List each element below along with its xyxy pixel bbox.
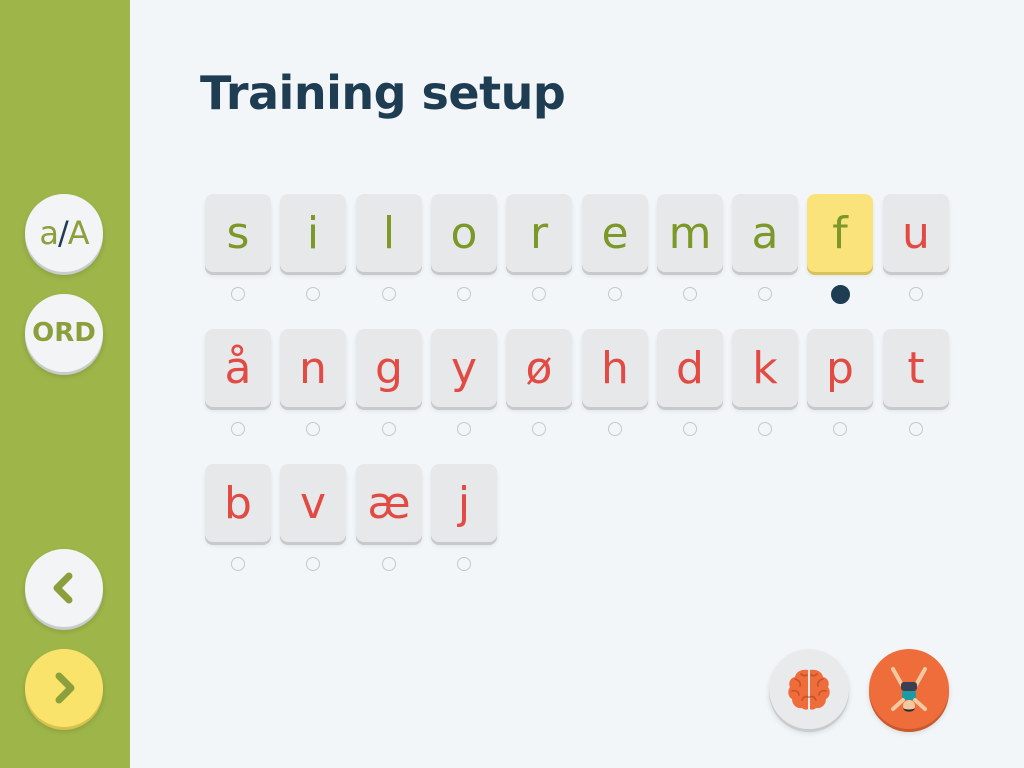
- exercise-button[interactable]: [869, 649, 949, 729]
- progress-marker-filled[interactable]: [830, 284, 850, 304]
- letter-tile[interactable]: a: [732, 194, 798, 272]
- chevron-left-icon: [53, 572, 73, 604]
- progress-marker[interactable]: [758, 287, 772, 301]
- letter-tile[interactable]: p: [807, 329, 873, 407]
- progress-marker[interactable]: [833, 422, 847, 436]
- letter-tile[interactable]: ø: [506, 329, 572, 407]
- progress-marker[interactable]: [909, 287, 923, 301]
- letter-tile[interactable]: r: [506, 194, 572, 272]
- case-toggle-button[interactable]: a/A: [25, 194, 103, 272]
- progress-marker[interactable]: [457, 557, 471, 571]
- progress-marker[interactable]: [382, 287, 396, 301]
- next-button[interactable]: [25, 649, 103, 727]
- letter-tile[interactable]: b: [205, 464, 271, 542]
- progress-marker[interactable]: [683, 422, 697, 436]
- progress-marker[interactable]: [608, 422, 622, 436]
- progress-marker[interactable]: [532, 287, 546, 301]
- letter-tile[interactable]: l: [356, 194, 422, 272]
- back-button[interactable]: [25, 549, 103, 627]
- letter-tile[interactable]: o: [431, 194, 497, 272]
- progress-marker[interactable]: [306, 287, 320, 301]
- letter-tile[interactable]: s: [205, 194, 271, 272]
- letter-tile[interactable]: y: [431, 329, 497, 407]
- word-mode-button[interactable]: ORD: [25, 294, 103, 372]
- progress-marker[interactable]: [306, 422, 320, 436]
- letter-tile[interactable]: g: [356, 329, 422, 407]
- brain-icon: [788, 669, 830, 710]
- letter-tile[interactable]: u: [883, 194, 949, 272]
- letter-tile[interactable]: n: [280, 329, 346, 407]
- letter-tile[interactable]: h: [582, 329, 648, 407]
- letter-tile[interactable]: j: [431, 464, 497, 542]
- letter-tile[interactable]: m: [657, 194, 723, 272]
- progress-marker[interactable]: [382, 422, 396, 436]
- progress-marker[interactable]: [909, 422, 923, 436]
- case-toggle-label: a/A: [39, 214, 89, 252]
- letter-tile[interactable]: k: [732, 329, 798, 407]
- progress-marker[interactable]: [231, 557, 245, 571]
- letter-tile[interactable]: e: [582, 194, 648, 272]
- letter-tile[interactable]: t: [883, 329, 949, 407]
- progress-marker[interactable]: [457, 422, 471, 436]
- progress-marker[interactable]: [306, 557, 320, 571]
- page-title: Training setup: [200, 66, 566, 120]
- progress-marker[interactable]: [683, 287, 697, 301]
- word-mode-label: ORD: [32, 318, 96, 348]
- letter-tile[interactable]: d: [657, 329, 723, 407]
- letter-tile[interactable]: f: [807, 194, 873, 272]
- progress-marker[interactable]: [231, 422, 245, 436]
- letter-tile[interactable]: v: [280, 464, 346, 542]
- chevron-right-icon: [55, 672, 75, 704]
- progress-marker[interactable]: [532, 422, 546, 436]
- progress-marker[interactable]: [758, 422, 772, 436]
- progress-marker[interactable]: [382, 557, 396, 571]
- sidebar: a/A ORD: [0, 0, 130, 768]
- progress-marker[interactable]: [231, 287, 245, 301]
- letter-tile[interactable]: å: [205, 329, 271, 407]
- handstand-figure-icon: [891, 667, 927, 712]
- letter-tile[interactable]: æ: [356, 464, 422, 542]
- brain-button[interactable]: [769, 649, 849, 729]
- progress-marker[interactable]: [457, 287, 471, 301]
- letter-tile[interactable]: i: [280, 194, 346, 272]
- progress-marker[interactable]: [608, 287, 622, 301]
